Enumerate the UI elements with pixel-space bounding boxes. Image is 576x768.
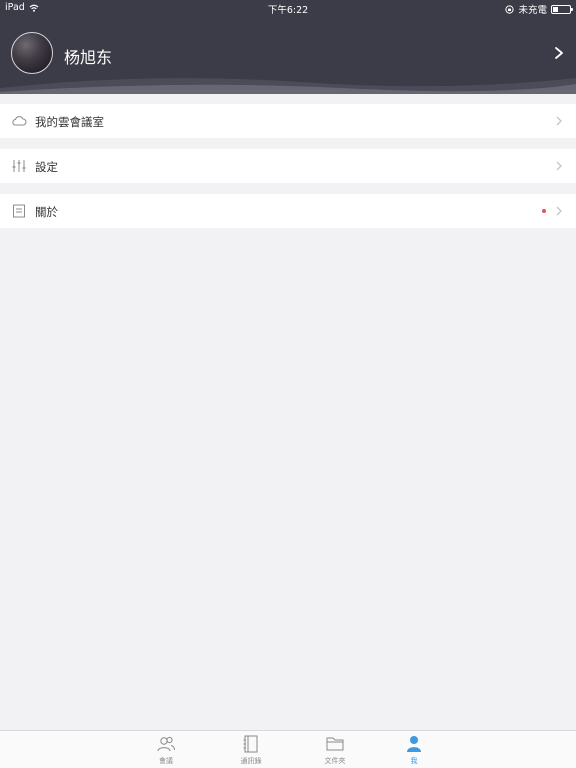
- status-time: 下午6:22: [267, 5, 309, 16]
- tab-me[interactable]: 我: [384, 735, 444, 767]
- tab-label: 文件夾: [324, 757, 346, 765]
- status-bar: iPad 下午6:22 未充電: [0, 0, 576, 16]
- battery-icon: [551, 4, 573, 14]
- user-name: 杨旭东: [64, 48, 113, 67]
- tab-bar: 會議 通訊錄 文件夾 我: [0, 730, 576, 768]
- orientation-lock-icon: [505, 4, 515, 14]
- profile-header[interactable]: 杨旭东: [0, 16, 576, 94]
- folder-icon: [326, 737, 344, 751]
- chevron-right-icon: [556, 161, 562, 171]
- tab-label: 會議: [159, 757, 173, 765]
- tab-folders[interactable]: 文件夾: [305, 735, 365, 767]
- chevron-right-icon: [556, 206, 562, 216]
- status-right: 未充電: [505, 2, 573, 16]
- people-icon: [157, 736, 175, 752]
- chevron-right-icon: [556, 116, 562, 126]
- tab-meetings[interactable]: 會議: [136, 735, 196, 767]
- person-icon: [407, 736, 421, 752]
- chevron-right-icon[interactable]: [552, 46, 566, 60]
- cloud-icon: [12, 116, 27, 126]
- tab-label: 通訊錄: [240, 757, 262, 765]
- sliders-icon: [12, 160, 26, 172]
- avatar[interactable]: [11, 32, 53, 74]
- header-wave-decoration: [0, 78, 576, 94]
- menu-item-label: 關於: [35, 205, 58, 219]
- charging-status: 未充電: [518, 5, 547, 16]
- menu-item-cloud-meeting-room[interactable]: 我的雲會議室: [0, 104, 576, 138]
- tab-label: 我: [410, 757, 418, 765]
- menu-item-label: 設定: [35, 160, 58, 174]
- menu-item-about[interactable]: 關於: [0, 194, 576, 228]
- notification-badge: [542, 209, 546, 213]
- menu-item-label: 我的雲會議室: [35, 115, 104, 129]
- tab-contacts[interactable]: 通訊錄: [221, 735, 281, 767]
- contacts-book-icon: [243, 735, 258, 753]
- menu-item-settings[interactable]: 設定: [0, 149, 576, 183]
- document-icon: [13, 204, 25, 218]
